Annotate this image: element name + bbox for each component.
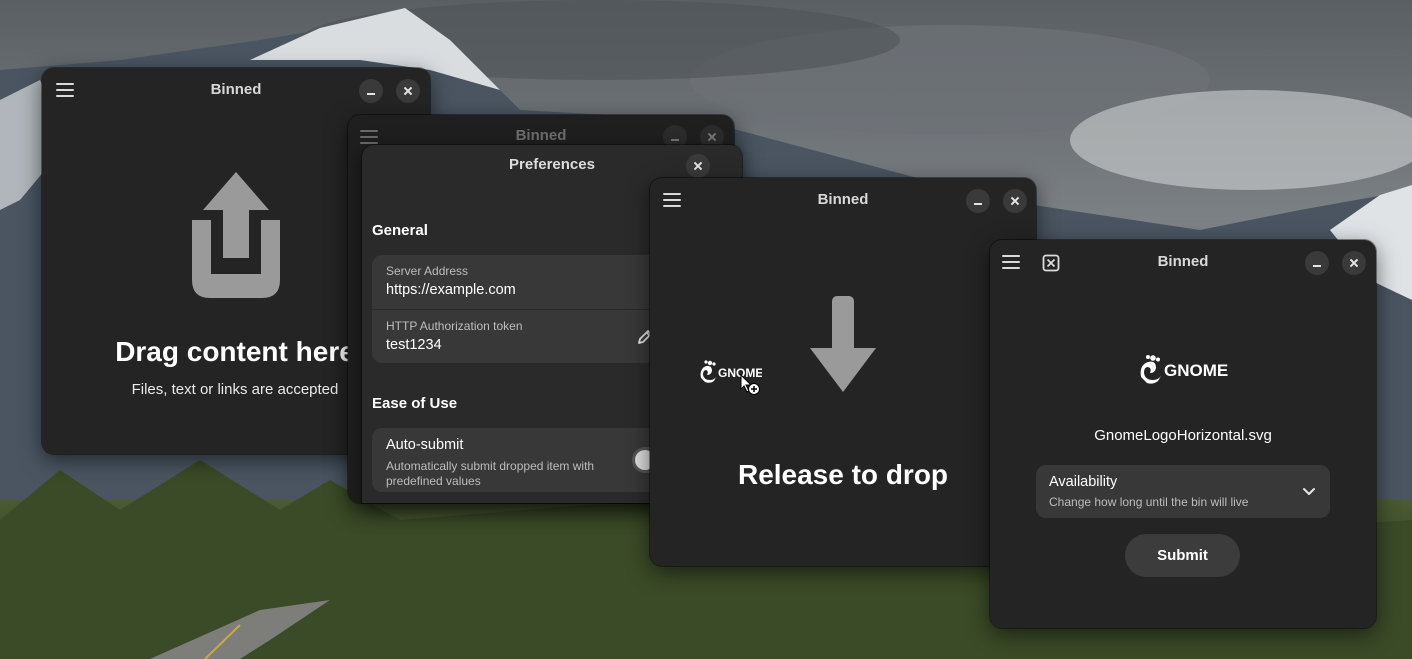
- share-upload-icon: [192, 172, 280, 298]
- availability-description: Change how long until the bin will live: [1049, 495, 1249, 509]
- token-label: HTTP Authorization token: [386, 319, 523, 333]
- headerbar: Binned: [990, 240, 1376, 286]
- binned-drop-window: Binned GNOME Release to drop: [650, 178, 1036, 566]
- availability-combo-row[interactable]: Availability Change how long until the b…: [1036, 465, 1330, 518]
- server-address-field[interactable]: https://example.com: [386, 282, 516, 298]
- minimize-button[interactable]: [359, 79, 383, 103]
- drag-copy-cursor-icon: [740, 374, 760, 395]
- server-address-label: Server Address: [386, 264, 469, 278]
- availability-title: Availability: [1049, 474, 1118, 490]
- minimize-button[interactable]: [966, 189, 990, 213]
- auto-submit-title: Auto-submit: [386, 437, 464, 453]
- ease-of-use-group-title: Ease of Use: [372, 395, 458, 412]
- file-name: GnomeLogoHorizontal.svg: [1094, 427, 1272, 444]
- close-button[interactable]: [686, 154, 710, 178]
- close-button[interactable]: [396, 79, 420, 103]
- submit-button[interactable]: Submit: [1125, 534, 1240, 577]
- close-button[interactable]: [1003, 189, 1027, 213]
- release-heading: Release to drop: [737, 459, 949, 490]
- binned-upload-window: Binned GNOME GnomeLogoHorizontal.svg Ava…: [990, 240, 1376, 628]
- auto-submit-description: Automatically submit dropped item with p…: [386, 459, 595, 488]
- token-field[interactable]: test1234: [386, 337, 442, 353]
- headerbar: Binned: [42, 68, 430, 114]
- dialog-title: Preferences: [509, 156, 595, 173]
- arrow-down-icon: [810, 296, 876, 392]
- gnome-logo-preview: GNOME: [1140, 355, 1228, 384]
- close-button[interactable]: [1342, 251, 1366, 275]
- minimize-button[interactable]: [1305, 251, 1329, 275]
- general-group-title: General: [372, 222, 428, 239]
- headerbar: Binned: [650, 178, 1036, 224]
- gnome-logo-text: GNOME: [1164, 361, 1228, 380]
- chevron-down-icon: [1303, 488, 1315, 495]
